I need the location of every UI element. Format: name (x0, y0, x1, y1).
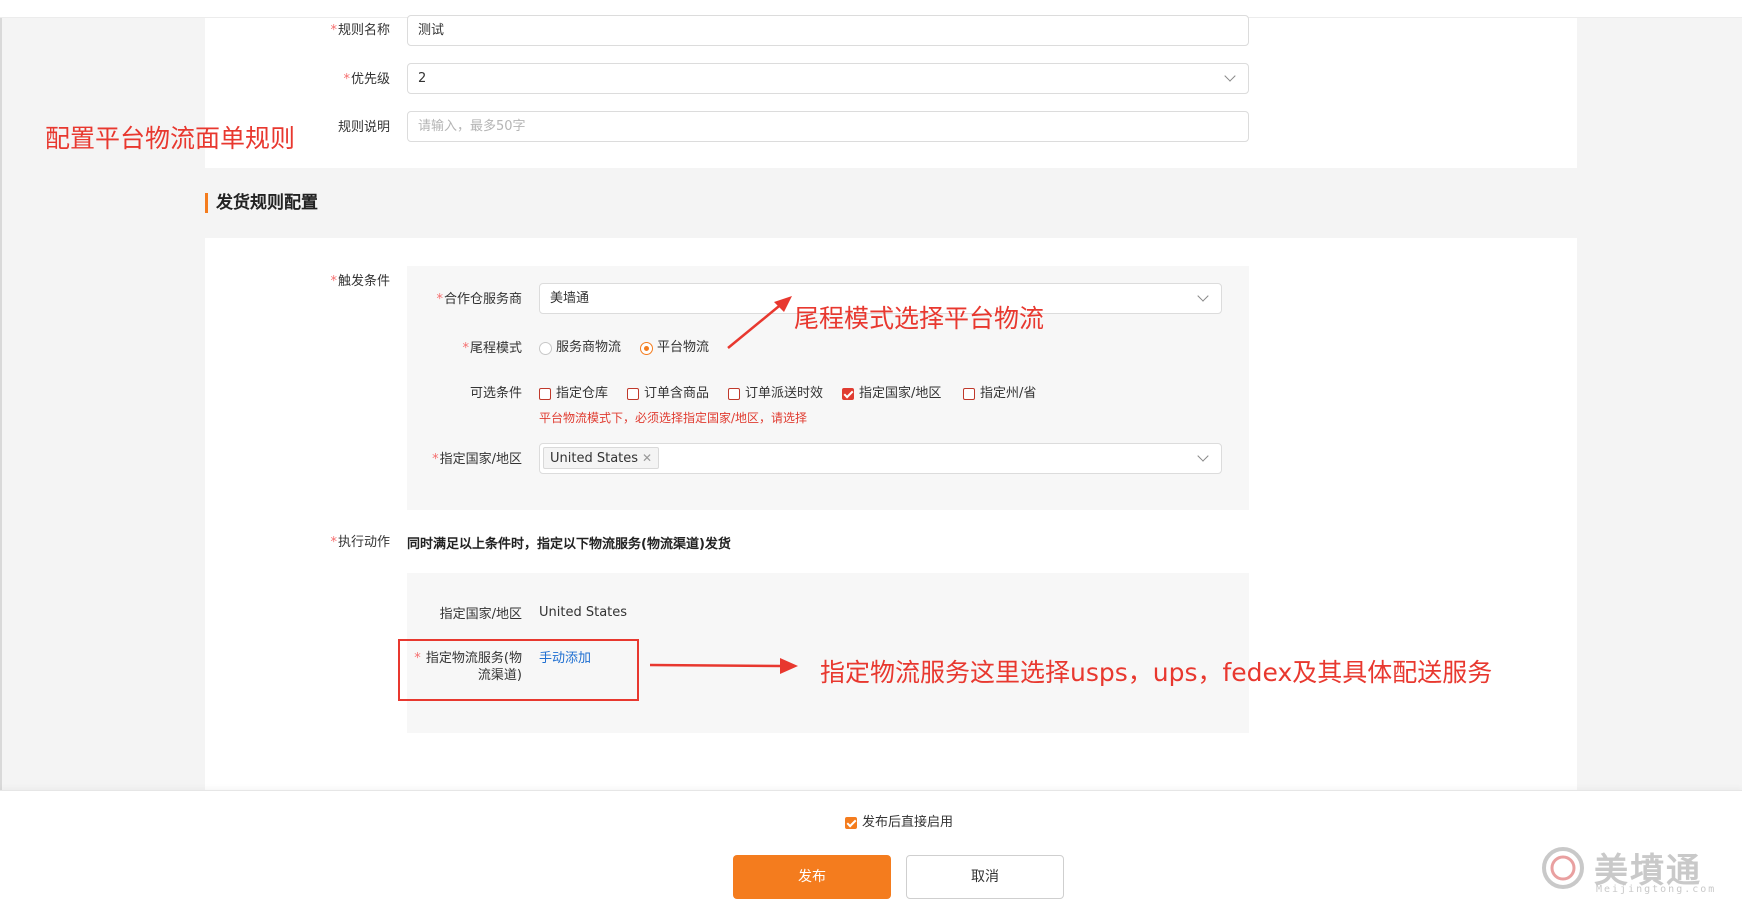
enable-checkbox[interactable] (845, 817, 857, 829)
publish-button[interactable]: 发布 (733, 855, 891, 899)
cancel-button[interactable]: 取消 (906, 855, 1064, 899)
arrow-tail-mode (727, 296, 792, 349)
logo-sub: Meijingtong.com (1596, 884, 1717, 895)
annotation-arrows (649, 296, 798, 674)
enable-label: 发布后直接启用 (862, 815, 954, 830)
arrow-service (649, 658, 798, 674)
logo-mark-icon (1542, 847, 1584, 889)
